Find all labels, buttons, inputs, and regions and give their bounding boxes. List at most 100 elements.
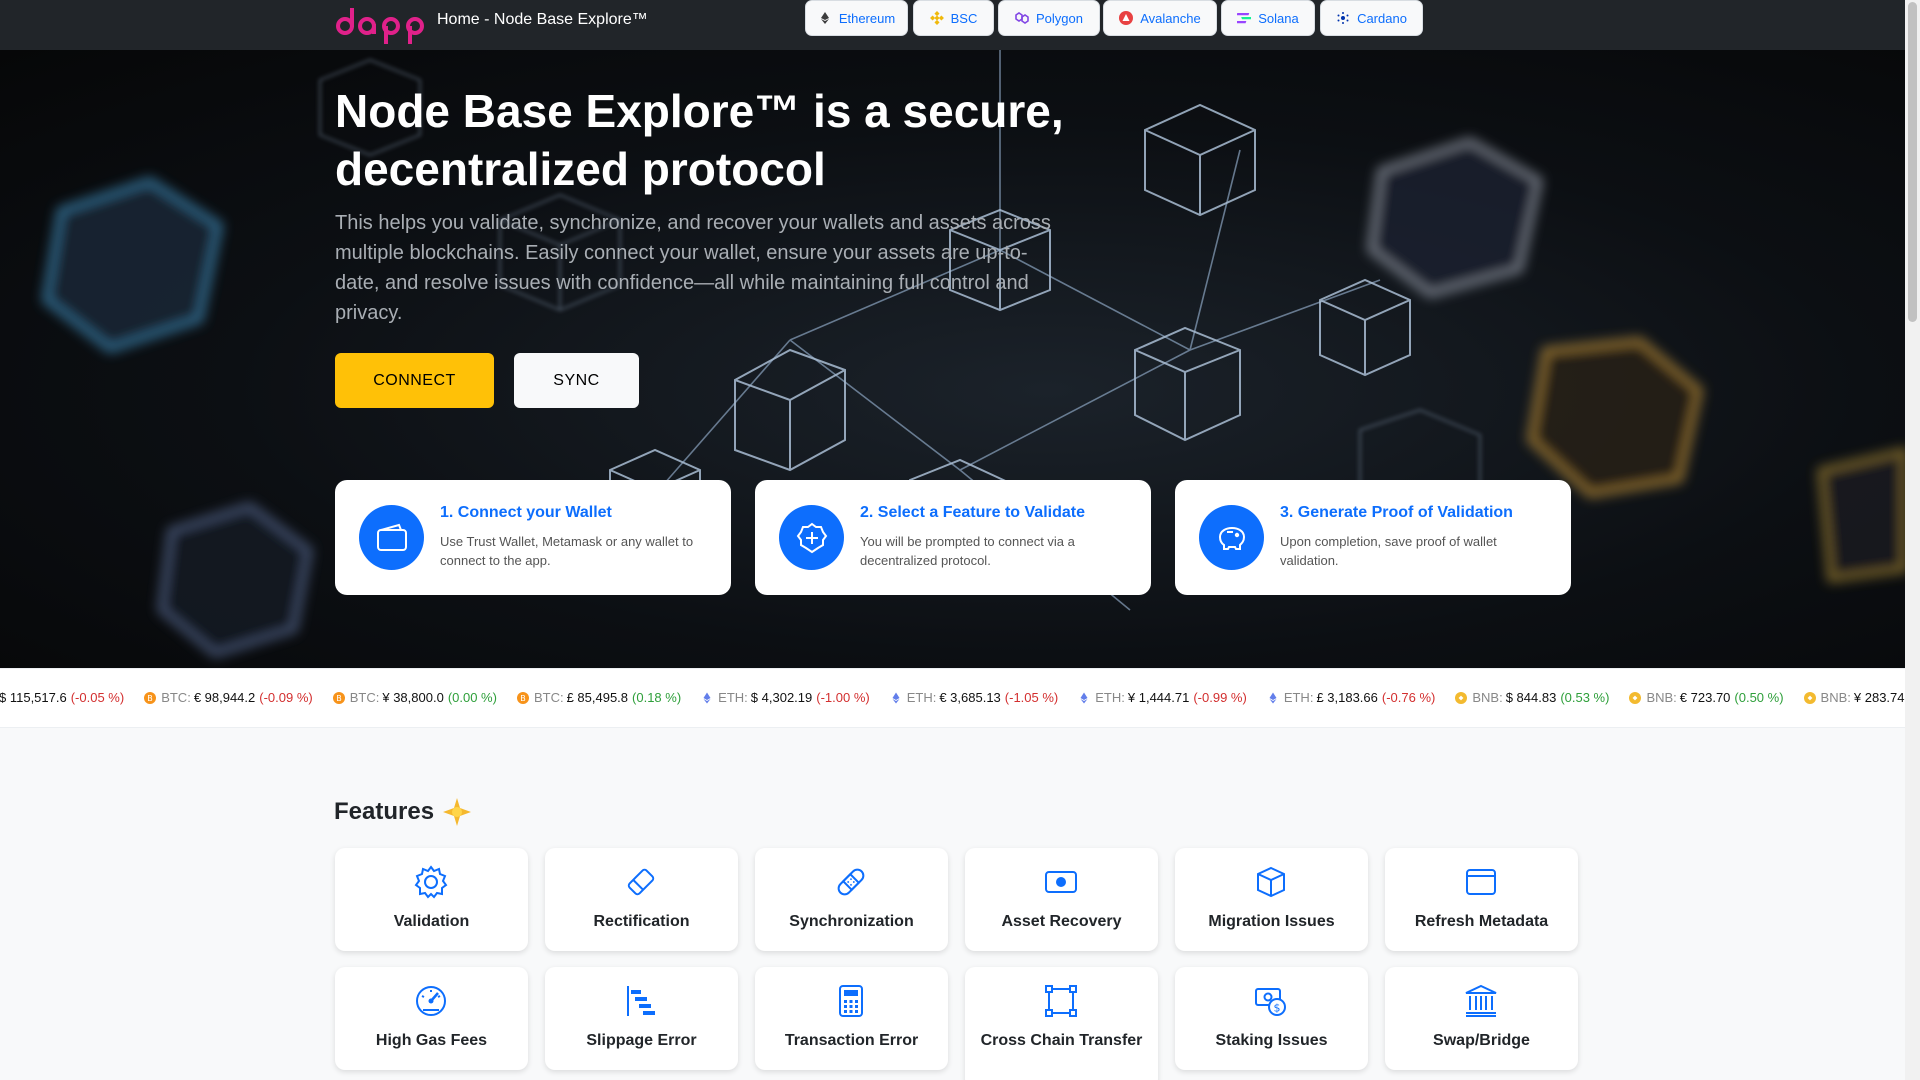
ticker-price: $ 4,302.19 xyxy=(750,690,813,705)
feature-label: Migration Issues xyxy=(1208,913,1335,930)
svg-text:B: B xyxy=(147,694,153,703)
sparkle-icon xyxy=(443,798,472,826)
sync-button[interactable]: SYNC xyxy=(514,353,639,408)
cardano-icon xyxy=(1337,12,1349,24)
ethereum-icon xyxy=(1080,692,1088,703)
hero-section: Node Base Explore™ is a secure, decentra… xyxy=(0,50,1905,668)
ticker-item: B BTC: £ 85,495.8 (0.18 %) xyxy=(516,690,681,705)
box-icon xyxy=(1257,866,1285,898)
features-title-text: Features xyxy=(334,798,435,825)
feature-label: Slippage Error xyxy=(586,1032,697,1049)
bounding-box-icon xyxy=(1045,985,1077,1017)
feature-card-staking-issues[interactable]: $ Staking Issues xyxy=(1175,967,1368,1070)
feature-card-transaction-error[interactable]: Transaction Error xyxy=(755,967,948,1070)
ticker-item: B BTC: € 98,944.2 (-0.09 %) xyxy=(144,690,313,705)
ticker-change: (-0.09 %) xyxy=(259,690,313,705)
feature-card-asset-recovery[interactable]: Asset Recovery xyxy=(965,848,1158,951)
ticker-item: $ 115,517.6 (-0.05 %) xyxy=(0,690,124,705)
hero-description: This helps you validate, synchronize, an… xyxy=(335,212,1051,324)
feature-card-slippage-error[interactable]: Slippage Error xyxy=(545,967,738,1070)
chain-tab-solana[interactable]: Solana xyxy=(1221,0,1315,36)
chain-tab-label: Solana xyxy=(1258,10,1299,26)
step-title: 1. Connect your Wallet xyxy=(440,504,612,521)
page-title: Home - Node Base Explore™ xyxy=(437,11,648,28)
top-navbar: Home - Node Base Explore™ Ethereum BSC P… xyxy=(0,0,1905,50)
ticker-item: BNB:¥ 283.74(0.61 %) xyxy=(1803,690,1905,705)
feature-card-validation[interactable]: Validation xyxy=(335,848,528,951)
ticker-item: ETH: £ 3,183.66 (-0.76 %) xyxy=(1267,690,1436,705)
svg-text:B: B xyxy=(520,694,526,703)
chain-tab-label: BSC xyxy=(950,10,978,26)
bitcoin-icon: B xyxy=(332,691,345,704)
ticker-item: ETH: € 3,685.13 (-1.05 %) xyxy=(890,690,1058,705)
ticker-price: ¥ 38,800.0 xyxy=(382,690,444,705)
ticker-change: (-0.99 %) xyxy=(1193,690,1247,705)
badge-plus-icon xyxy=(779,505,844,570)
step-description: Upon completion, save proof of wallet va… xyxy=(1280,534,1497,568)
feature-label: Swap/Bridge xyxy=(1433,1032,1530,1049)
ticker-symbol: ETH: xyxy=(1283,690,1314,705)
chain-tab-label: Ethereum xyxy=(838,10,896,26)
step-card-connect-wallet[interactable]: 1. Connect your Wallet Use Trust Wallet,… xyxy=(335,480,731,595)
ticker-symbol: BTC: xyxy=(349,690,380,705)
feature-label: Rectification xyxy=(593,913,690,930)
ticker-change: (0.50 %) xyxy=(1734,690,1784,705)
ticker-symbol: BNB: xyxy=(1646,690,1677,705)
cash-coin-icon: $ xyxy=(1255,988,1286,1016)
feature-label: High Gas Fees xyxy=(375,1032,488,1049)
step-card-select-feature[interactable]: 2. Select a Feature to Validate You will… xyxy=(755,480,1151,595)
ticker-symbol: BNB: xyxy=(1820,690,1851,705)
ticker-symbol: BTC: xyxy=(161,690,191,705)
scrollbar-thumb[interactable] xyxy=(1908,2,1917,322)
ticker-item: ETH: $ 4,302.19 (-1.00 %) xyxy=(701,690,870,705)
bitcoin-icon: B xyxy=(516,691,529,704)
ticker-symbol: BTC: xyxy=(533,690,564,705)
feature-label: Refresh Metadata xyxy=(1414,913,1549,930)
bandage-icon xyxy=(837,868,865,896)
chain-tab-avalanche[interactable]: Avalanche xyxy=(1103,0,1217,36)
ticker-price: £ 85,495.8 xyxy=(566,690,629,705)
dapp-logo-icon[interactable] xyxy=(335,4,425,46)
ticker-change: (-0.05 %) xyxy=(70,690,125,705)
wallet-icon xyxy=(359,505,424,570)
ethereum-icon xyxy=(820,12,829,24)
ticker-item: ETH: ¥ 1,444.71 (-0.99 %) xyxy=(1078,690,1247,705)
chain-tab-cardano[interactable]: Cardano xyxy=(1320,0,1423,36)
bnb-icon xyxy=(1629,691,1642,704)
chain-tab-polygon[interactable]: Polygon xyxy=(998,0,1100,36)
feature-card-cross-chain-transfer[interactable]: Cross Chain Transfer xyxy=(965,967,1158,1080)
ticker-change: (-1.00 %) xyxy=(816,690,870,705)
connect-button[interactable]: CONNECT xyxy=(335,353,494,408)
ticker-symbol: ETH: xyxy=(906,690,937,705)
chain-tab-ethereum[interactable]: Ethereum xyxy=(805,0,908,36)
ticker-price: € 723.70 xyxy=(1679,690,1731,705)
feature-card-swap-bridge[interactable]: Swap/Bridge xyxy=(1385,967,1578,1070)
chain-tab-label: Avalanche xyxy=(1140,10,1201,26)
ticker-symbol: BNB: xyxy=(1472,690,1503,705)
step-title: 3. Generate Proof of Validation xyxy=(1280,504,1513,521)
bar-chart-steps-icon xyxy=(627,986,655,1016)
feature-card-rectification[interactable]: Rectification xyxy=(545,848,738,951)
features-heading: Features xyxy=(334,797,472,827)
ticker-price: £ 3,183.66 xyxy=(1316,690,1378,705)
price-ticker: $ 115,517.6 (-0.05 %) B BTC: € 98,944.2 (-0.0… xyxy=(0,668,1905,728)
ticker-price: $ 844.83 xyxy=(1505,690,1557,705)
feature-card-synchronization[interactable]: Synchronization xyxy=(755,848,948,951)
feature-card-migration-issues[interactable]: Migration Issues xyxy=(1175,848,1368,951)
bitcoin-icon: B xyxy=(144,691,157,704)
chain-tab-bsc[interactable]: BSC xyxy=(913,0,994,36)
feature-label: Cross Chain Transfer xyxy=(980,1032,1143,1049)
ticker-change: (0.53 %) xyxy=(1560,690,1610,705)
svg-text:B: B xyxy=(336,694,342,703)
step-description: You will be prompted to connect via a de… xyxy=(860,534,1075,568)
feature-label: Staking Issues xyxy=(1215,1032,1328,1049)
bsc-icon xyxy=(929,11,944,25)
polygon-icon xyxy=(1015,12,1029,24)
ticker-change: (-0.76 %) xyxy=(1381,690,1436,705)
step-card-generate-proof[interactable]: 3. Generate Proof of Validation Upon com… xyxy=(1175,480,1571,595)
solana-icon xyxy=(1237,13,1252,24)
bnb-icon xyxy=(1803,691,1816,704)
ticker-item: BNB: € 723.70 (0.50 %) xyxy=(1629,690,1784,705)
feature-card-high-gas-fees[interactable]: High Gas Fees xyxy=(335,967,528,1070)
feature-card-refresh-metadata[interactable]: Refresh Metadata xyxy=(1385,848,1578,951)
